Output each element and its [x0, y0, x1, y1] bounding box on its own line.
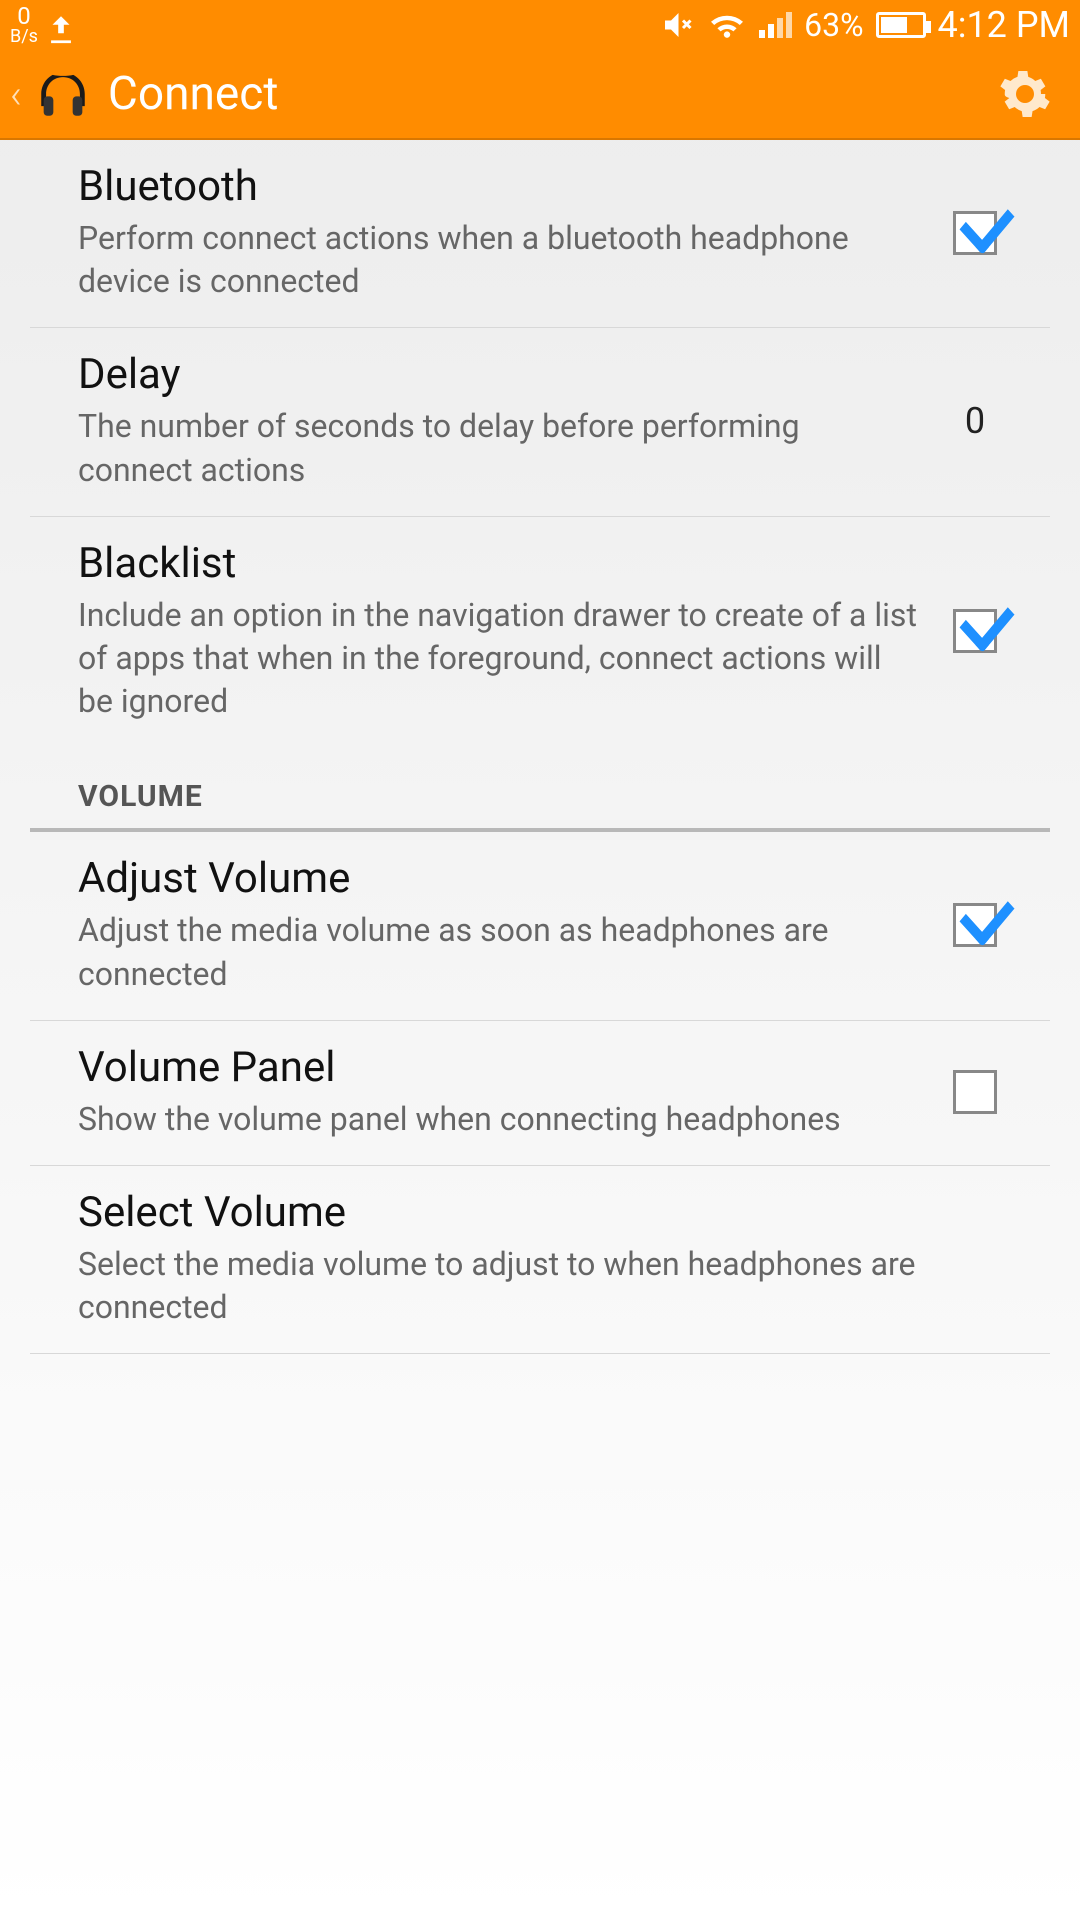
- setting-title: Adjust Volume: [78, 854, 920, 903]
- network-speed: 0 B/s: [10, 4, 38, 46]
- network-speed-value: 0: [17, 4, 31, 28]
- setting-desc: Select the media volume to adjust to whe…: [78, 1243, 990, 1329]
- setting-blacklist[interactable]: Blacklist Include an option in the navig…: [30, 517, 1050, 748]
- status-right: 63% 4:12 PM: [659, 4, 1070, 46]
- volume-mute-icon: [659, 7, 695, 43]
- battery-percent: 63%: [804, 6, 863, 44]
- setting-volume-panel[interactable]: Volume Panel Show the volume panel when …: [30, 1021, 1050, 1166]
- delay-value: 0: [940, 400, 1010, 442]
- status-time: 4:12 PM: [938, 4, 1071, 46]
- setting-select-volume[interactable]: Select Volume Select the media volume to…: [30, 1166, 1050, 1354]
- setting-title: Blacklist: [78, 539, 920, 588]
- setting-desc: The number of seconds to delay before pe…: [78, 405, 920, 491]
- setting-title: Volume Panel: [78, 1043, 920, 1092]
- setting-title: Delay: [78, 350, 920, 399]
- setting-desc: Include an option in the navigation draw…: [78, 594, 920, 724]
- back-button[interactable]: ‹: [10, 71, 22, 118]
- settings-list: Bluetooth Perform connect actions when a…: [0, 140, 1080, 1354]
- cell-signal-icon: [759, 12, 792, 38]
- setting-text: Bluetooth Perform connect actions when a…: [78, 162, 940, 303]
- setting-bluetooth[interactable]: Bluetooth Perform connect actions when a…: [30, 140, 1050, 328]
- setting-control: [940, 1070, 1010, 1114]
- setting-title: Select Volume: [78, 1188, 990, 1237]
- upload-icon: [44, 12, 78, 46]
- setting-control: [940, 211, 1010, 255]
- setting-adjust-volume[interactable]: Adjust Volume Adjust the media volume as…: [30, 832, 1050, 1020]
- app-bar-left: ‹ Connect: [10, 65, 278, 123]
- network-speed-unit: B/s: [10, 28, 38, 46]
- bluetooth-checkbox[interactable]: [953, 211, 997, 255]
- wifi-icon: [707, 9, 747, 41]
- setting-desc: Show the volume panel when connecting he…: [78, 1098, 920, 1141]
- setting-desc: Adjust the media volume as soon as headp…: [78, 909, 920, 995]
- headphones-icon: [34, 65, 92, 123]
- status-bar: 0 B/s 63% 4:12 PM: [0, 0, 1080, 50]
- setting-desc: Perform connect actions when a bluetooth…: [78, 217, 920, 303]
- setting-title: Bluetooth: [78, 162, 920, 211]
- setting-text: Blacklist Include an option in the navig…: [78, 539, 940, 724]
- setting-control: [940, 903, 1010, 947]
- setting-control: [940, 609, 1010, 653]
- setting-text: Delay The number of seconds to delay bef…: [78, 350, 940, 491]
- setting-text: Select Volume Select the media volume to…: [78, 1188, 1010, 1329]
- blacklist-checkbox[interactable]: [953, 609, 997, 653]
- battery-icon: [876, 12, 926, 38]
- volume-panel-checkbox[interactable]: [953, 1070, 997, 1114]
- section-header-volume: VOLUME: [30, 747, 1050, 832]
- settings-button[interactable]: [998, 67, 1052, 121]
- page-title: Connect: [108, 67, 279, 121]
- status-left: 0 B/s: [10, 4, 78, 46]
- app-bar: ‹ Connect: [0, 50, 1080, 140]
- setting-text: Volume Panel Show the volume panel when …: [78, 1043, 940, 1141]
- setting-text: Adjust Volume Adjust the media volume as…: [78, 854, 940, 995]
- adjust-volume-checkbox[interactable]: [953, 903, 997, 947]
- setting-delay[interactable]: Delay The number of seconds to delay bef…: [30, 328, 1050, 516]
